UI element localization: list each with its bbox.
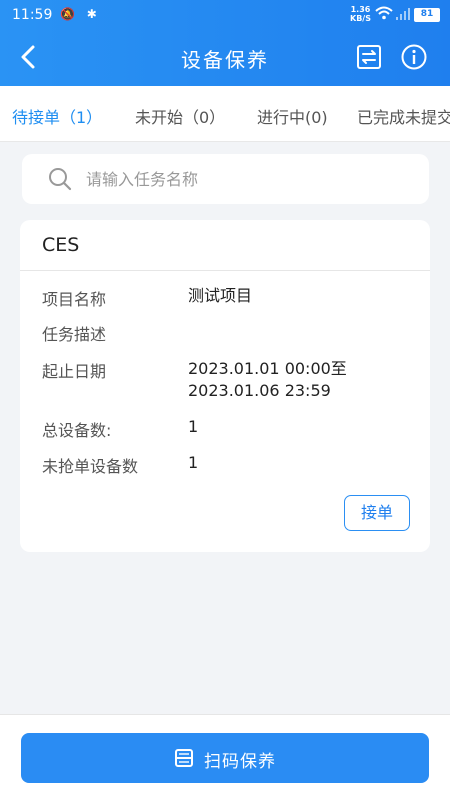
search-box xyxy=(22,154,429,204)
date-range-start: 2023.01.01 00:00至 xyxy=(188,359,347,378)
info-icon xyxy=(401,44,427,70)
unclaimed-devices-value: 1 xyxy=(188,453,199,472)
task-card: CES 项目名称 测试项目 任务描述 起止日期 2023.01.01 00:00… xyxy=(20,220,430,552)
bottom-bar: 扫码保养 xyxy=(0,714,450,800)
task-description-label: 任务描述 xyxy=(42,325,107,344)
search-input[interactable] xyxy=(86,162,416,196)
accept-order-button[interactable]: 接单 xyxy=(344,495,410,531)
network-speed-value: 1.36 xyxy=(350,5,371,14)
network-speed: 1.36 KB/S xyxy=(350,5,371,23)
wifi-icon xyxy=(375,6,393,24)
date-range-value: 2023.01.01 00:00至 2023.01.06 23:59 xyxy=(188,358,347,402)
search-icon xyxy=(48,167,72,191)
unclaimed-devices-label: 未抢单设备数 xyxy=(42,457,139,476)
status-tabs: 待接单（1） 未开始（0） 进行中(0) 已完成未提交 xyxy=(0,86,450,142)
network-speed-unit: KB/S xyxy=(350,14,371,23)
total-devices-value: 1 xyxy=(188,417,199,436)
switch-button[interactable] xyxy=(355,43,383,71)
date-range-label: 起止日期 xyxy=(42,362,107,381)
card-divider xyxy=(20,270,430,271)
task-title: CES xyxy=(42,234,80,256)
status-bar: 11:59 🔕 ✱ 1.36 KB/S 81 xyxy=(0,0,450,32)
scan-icon xyxy=(174,748,194,768)
scan-label: 扫码保养 xyxy=(204,752,276,772)
signal-icon xyxy=(396,8,410,23)
tab-pending-accept[interactable]: 待接单（1） xyxy=(12,104,102,128)
project-name-value: 测试项目 xyxy=(188,286,253,305)
app-header: 11:59 🔕 ✱ 1.36 KB/S 81 设备保养 xyxy=(0,0,450,86)
date-range-end: 2023.01.06 23:59 xyxy=(188,381,331,400)
info-button[interactable] xyxy=(400,43,428,71)
status-time: 11:59 xyxy=(12,7,53,23)
project-name-label: 项目名称 xyxy=(42,290,107,309)
total-devices-label: 总设备数: xyxy=(42,421,112,440)
swap-icon xyxy=(357,45,381,69)
scan-maintenance-button[interactable]: 扫码保养 xyxy=(21,733,429,783)
tab-not-started[interactable]: 未开始（0） xyxy=(135,104,225,128)
tab-in-progress[interactable]: 进行中(0) xyxy=(257,104,328,128)
tab-completed-unsubmitted[interactable]: 已完成未提交 xyxy=(357,104,450,128)
battery-icon: 81 xyxy=(414,8,440,22)
status-notification-icons: 🔕 ✱ xyxy=(60,7,101,21)
